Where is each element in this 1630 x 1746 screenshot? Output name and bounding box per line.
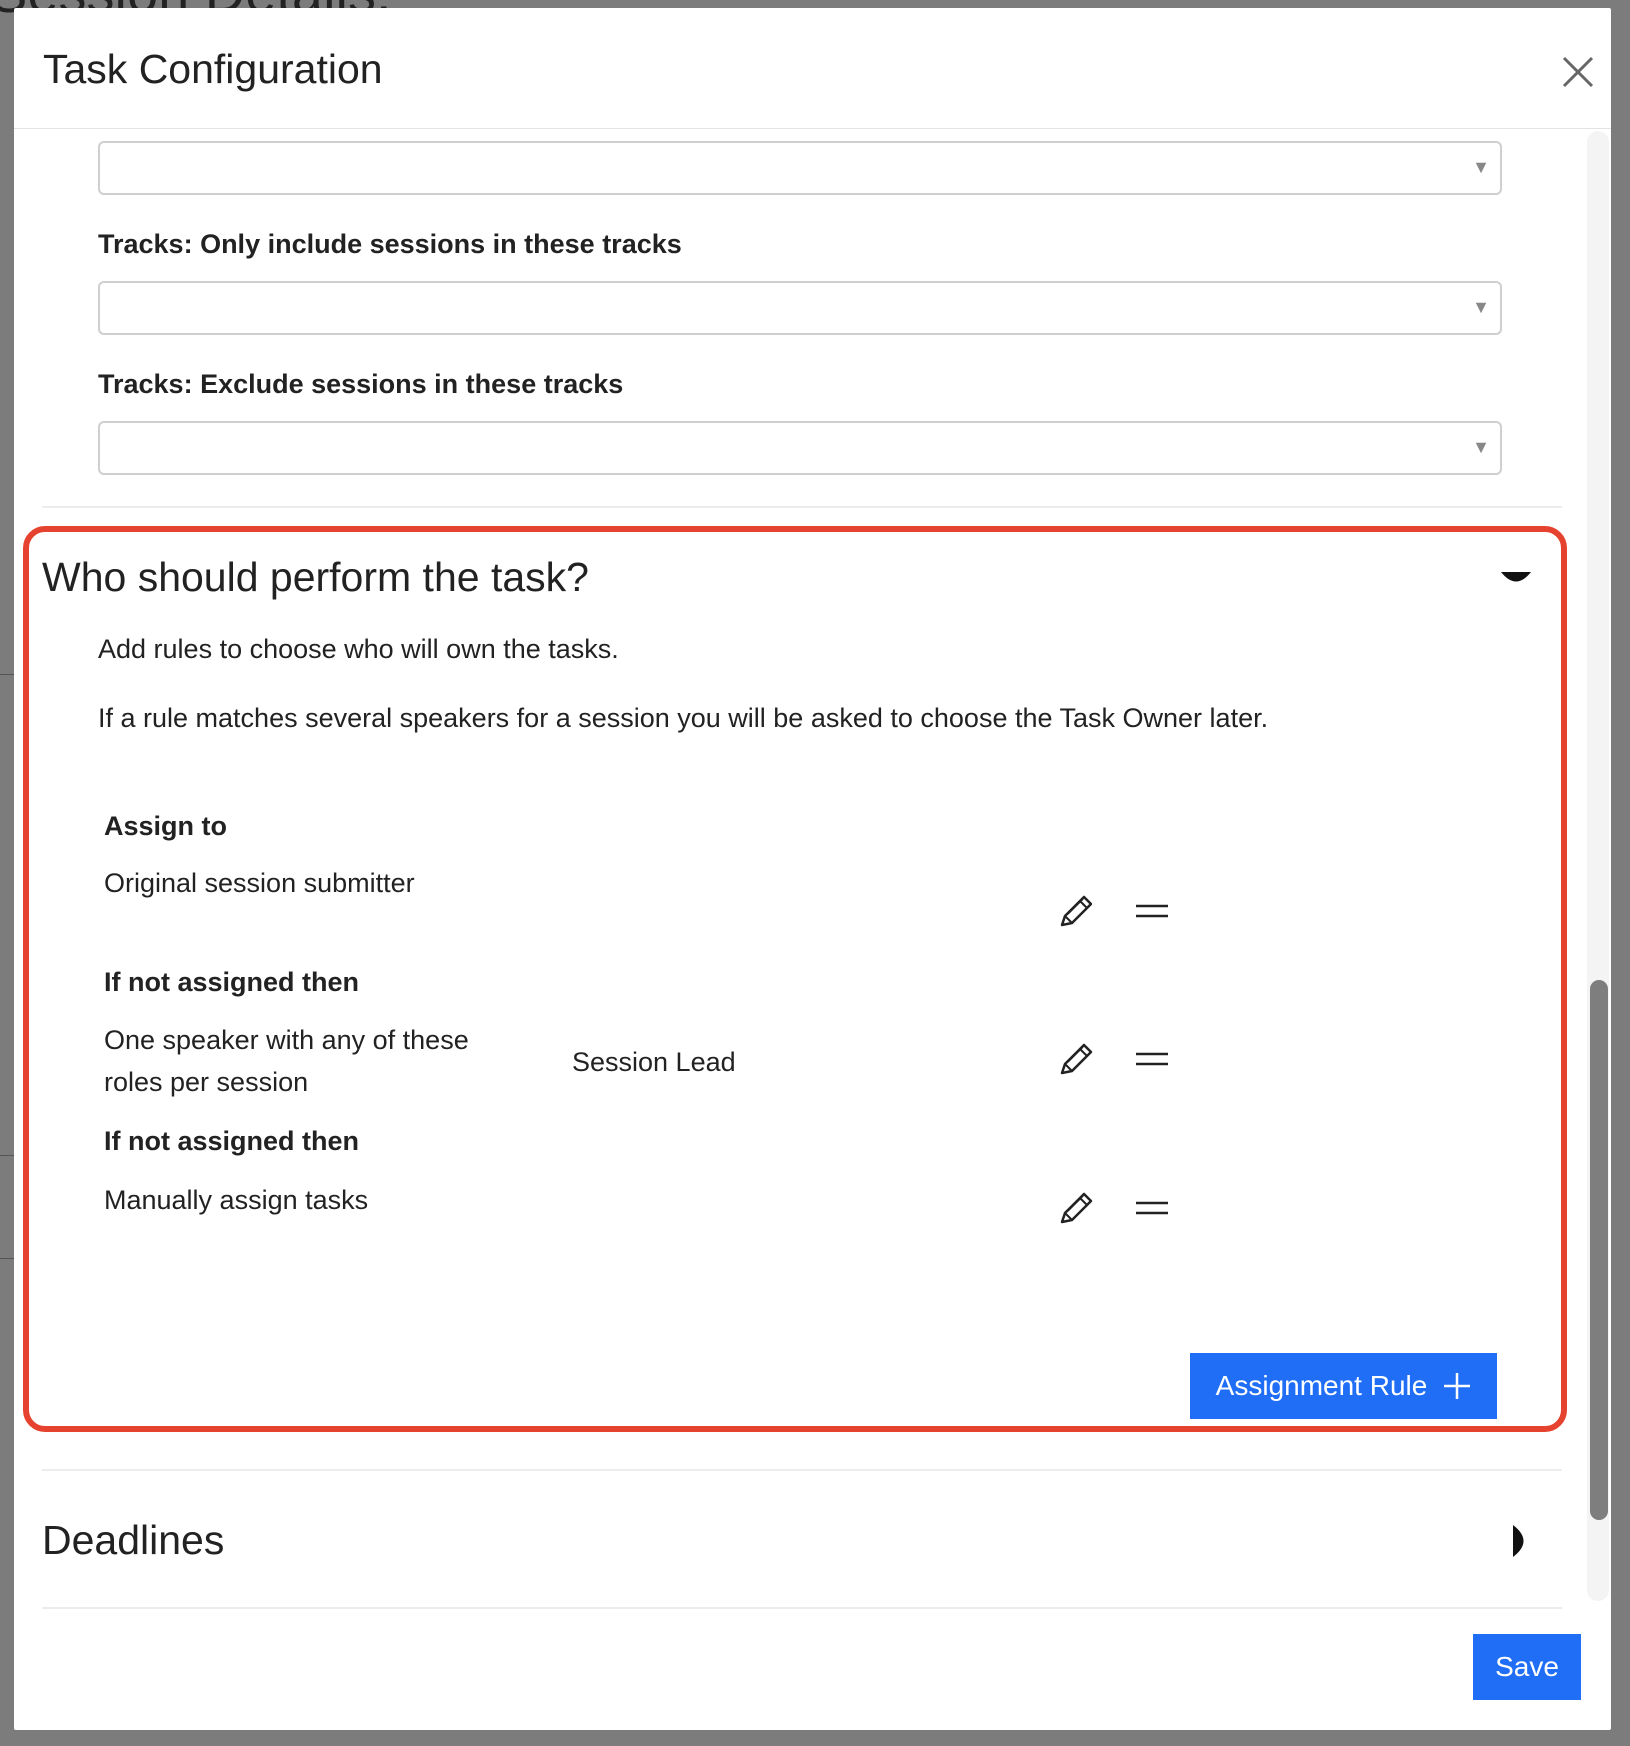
dropdown-caret-icon: ▼ — [1472, 297, 1490, 317]
rule-heading: If not assigned then — [104, 1126, 360, 1156]
assign-description: Add rules to choose who will own the tas… — [98, 634, 619, 664]
rule-text: One speaker with any of these roles per … — [104, 1025, 469, 1097]
background-divider — [0, 1155, 14, 1156]
add-assignment-rule-button[interactable]: Assignment Rule — [1190, 1353, 1497, 1419]
modal-title: Task Configuration — [43, 46, 383, 92]
track-exclude-select[interactable]: ▼ — [98, 421, 1502, 475]
rule-text: Manually assign tasks — [104, 1185, 369, 1215]
pencil-icon[interactable] — [1054, 1037, 1098, 1081]
task-configuration-modal: Task Configuration ▼ Tracks: Only includ… — [14, 8, 1611, 1730]
plus-icon — [1444, 1373, 1471, 1399]
drag-handle-icon[interactable] — [1130, 1037, 1174, 1081]
section-divider — [42, 506, 1562, 508]
drag-handle-icon[interactable] — [1130, 1186, 1174, 1230]
track-include-label: Tracks: Only include sessions in these t… — [98, 229, 682, 259]
caret-down-icon[interactable] — [1499, 569, 1533, 591]
dropdown-caret-icon: ▼ — [1472, 437, 1490, 457]
modal-body: ▼ Tracks: Only include sessions in these… — [14, 129, 1611, 1609]
section-divider — [42, 1469, 1562, 1471]
add-rule-button-label: Assignment Rule — [1215, 1370, 1428, 1401]
dropdown-caret-icon: ▼ — [1472, 157, 1490, 177]
pencil-icon[interactable] — [1054, 1186, 1098, 1230]
caret-right-icon[interactable] — [1510, 1523, 1534, 1559]
modal-header: Task Configuration — [14, 8, 1611, 129]
close-button[interactable] — [1554, 48, 1602, 96]
pencil-icon[interactable] — [1054, 889, 1098, 933]
background-divider — [0, 1258, 14, 1259]
background-divider — [0, 674, 14, 675]
save-button[interactable]: Save — [1473, 1634, 1581, 1700]
assign-section-title[interactable]: Who should perform the task? — [42, 554, 589, 601]
scrollbar-thumb[interactable] — [1590, 980, 1608, 1520]
deadlines-section-title[interactable]: Deadlines — [42, 1517, 224, 1564]
assign-description-note: If a rule matches several speakers for a… — [98, 703, 1269, 733]
rule-role-value: Session Lead — [572, 1047, 736, 1077]
rule-heading: Assign to — [104, 811, 228, 841]
modal-footer: Save — [14, 1609, 1611, 1730]
filter-select[interactable]: ▼ — [98, 141, 1502, 195]
drag-handle-icon[interactable] — [1130, 889, 1174, 933]
track-include-select[interactable]: ▼ — [98, 281, 1502, 335]
track-exclude-label: Tracks: Exclude sessions in these tracks — [98, 369, 624, 399]
close-icon — [1562, 56, 1594, 88]
rule-text: Original session submitter — [104, 868, 415, 898]
rule-heading: If not assigned then — [104, 967, 360, 997]
